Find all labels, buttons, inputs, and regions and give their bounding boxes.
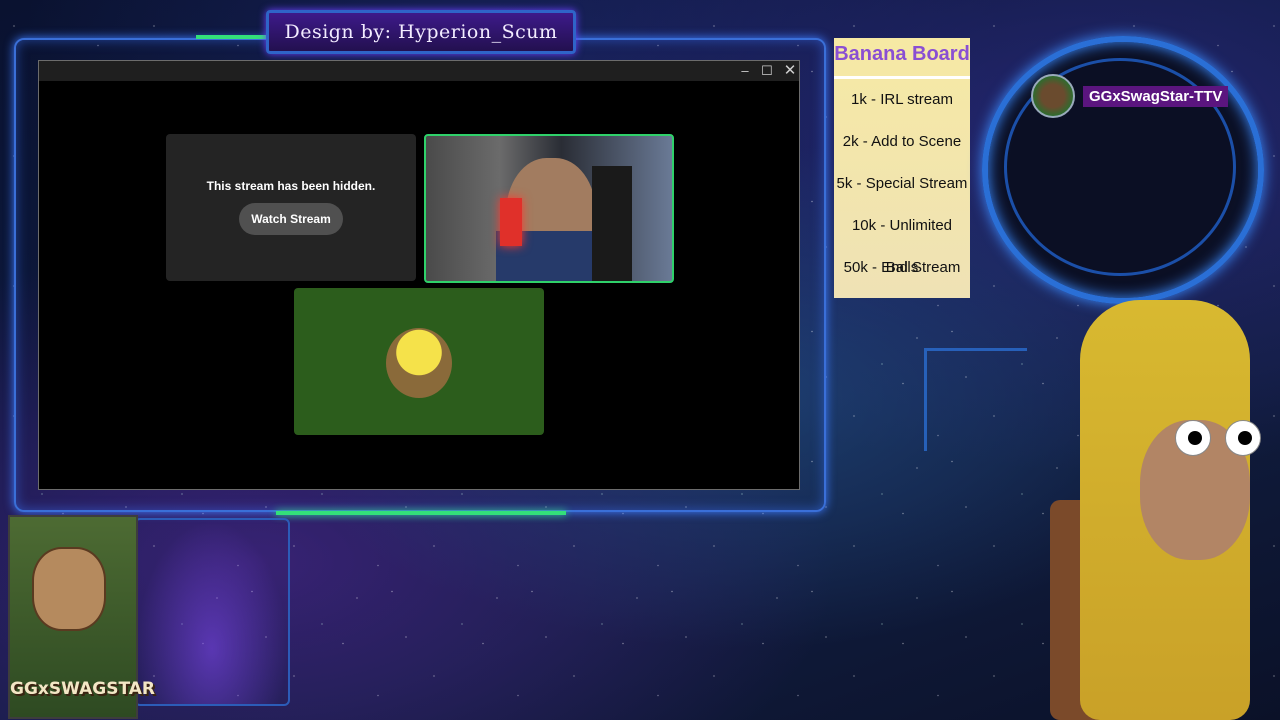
frame-accent-bottom bbox=[276, 511, 566, 515]
close-icon[interactable]: ✕ bbox=[782, 63, 798, 79]
banana-board-item: 50k - End Stream bbox=[843, 259, 961, 276]
frame-accent-top bbox=[196, 35, 266, 39]
streamer-name: GGxSwagStar-TTV bbox=[1083, 85, 1229, 107]
streamer-badge: GGxSwagStar-TTV bbox=[1031, 74, 1229, 118]
googly-eye-icon bbox=[1175, 420, 1211, 456]
avatar-video-tile[interactable] bbox=[294, 288, 544, 435]
watch-stream-button[interactable]: Watch Stream bbox=[239, 203, 343, 235]
secondary-frame bbox=[134, 518, 290, 706]
gaming-chair bbox=[592, 166, 632, 281]
logo-character-icon bbox=[32, 547, 106, 631]
call-window: – ☐ ✕ This stream has been hidden. Watch… bbox=[38, 60, 800, 490]
googly-eye-icon bbox=[1225, 420, 1261, 456]
corner-bracket-decoration bbox=[924, 348, 1027, 451]
hidden-stream-tile: This stream has been hidden. Watch Strea… bbox=[166, 134, 416, 281]
banana-suit-webcam bbox=[1030, 300, 1280, 720]
minimize-icon[interactable]: – bbox=[737, 63, 753, 79]
portal-ring bbox=[978, 36, 1264, 304]
maximize-icon[interactable]: ☐ bbox=[759, 63, 775, 79]
channel-logo-text: GGxSWAGSTAR bbox=[10, 679, 155, 699]
microphone-light bbox=[500, 198, 522, 246]
banana-board-panel: Banana Board 1k - IRL stream 2k - Add to… bbox=[834, 38, 970, 298]
hidden-stream-message: This stream has been hidden. bbox=[206, 179, 376, 193]
avatar bbox=[1031, 74, 1075, 118]
channel-logo: GGxSWAGSTAR bbox=[8, 515, 155, 719]
webcam-video-tile[interactable] bbox=[424, 134, 674, 283]
banana-board-item: 1k - IRL stream bbox=[851, 91, 953, 108]
design-credit-banner: Design by: Hyperion_Scum bbox=[266, 10, 576, 54]
banana-board-item: 10k - Unlimited Balls bbox=[851, 217, 953, 276]
window-titlebar[interactable]: – ☐ ✕ bbox=[39, 61, 799, 81]
pepe-avatar-icon bbox=[386, 328, 452, 398]
banana-board-item: 5k - Special Stream bbox=[836, 175, 968, 192]
banana-board-title: Banana Board bbox=[834, 38, 970, 79]
banana-board-item: 2k - Add to Scene bbox=[842, 133, 962, 150]
